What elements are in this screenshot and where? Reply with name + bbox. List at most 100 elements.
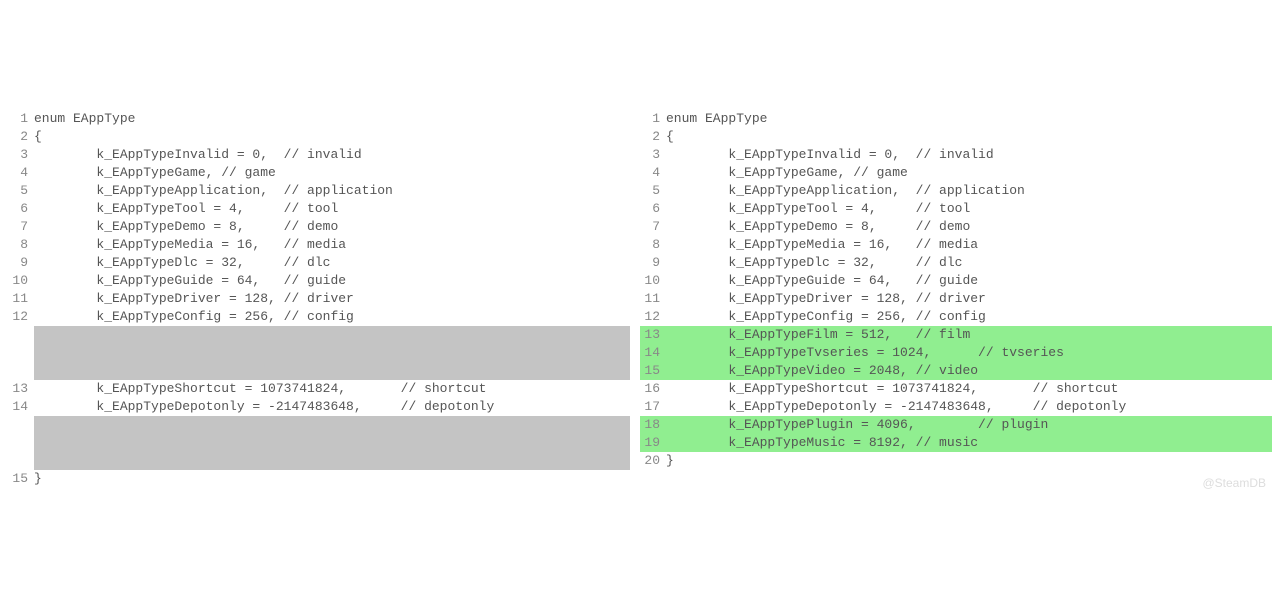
line-number: 5 [640, 182, 660, 200]
line-number: 2 [8, 128, 28, 146]
code-text: k_EAppTypeMedia = 16, // media [34, 236, 346, 254]
code-text: k_EAppTypeGame, // game [34, 164, 276, 182]
code-line: 19 k_EAppTypeMusic = 8192, // music [640, 434, 1272, 452]
code-text: k_EAppTypeDriver = 128, // driver [666, 290, 986, 308]
code-line: 11 k_EAppTypeDriver = 128, // driver [640, 290, 1272, 308]
line-number: 15 [640, 362, 660, 380]
code-line: 8 k_EAppTypeMedia = 16, // media [640, 236, 1272, 254]
code-text: k_EAppTypeInvalid = 0, // invalid [34, 146, 362, 164]
code-text: k_EAppTypeDemo = 8, // demo [34, 218, 338, 236]
code-line: 15 k_EAppTypeVideo = 2048, // video [640, 362, 1272, 380]
code-text: enum EAppType [666, 110, 767, 128]
code-text: k_EAppTypeMusic = 8192, // music [666, 434, 978, 452]
code-line: 7 k_EAppTypeDemo = 8, // demo [8, 218, 640, 236]
line-number: 1 [8, 110, 28, 128]
code-text: k_EAppTypeDemo = 8, // demo [666, 218, 970, 236]
code-text: k_EAppTypeFilm = 512, // film [666, 326, 970, 344]
line-number: 20 [640, 452, 660, 470]
line-number: 9 [8, 254, 28, 272]
line-number: 19 [640, 434, 660, 452]
line-number: 12 [640, 308, 660, 326]
line-number: 10 [8, 272, 28, 290]
code-text: k_EAppTypeDlc = 32, // dlc [666, 254, 962, 272]
line-number: 18 [640, 416, 660, 434]
line-number: 3 [8, 146, 28, 164]
code-line: 9 k_EAppTypeDlc = 32, // dlc [8, 254, 640, 272]
line-number: 11 [640, 290, 660, 308]
line-number: 5 [8, 182, 28, 200]
watermark: @SteamDB [1202, 474, 1266, 492]
code-text: } [666, 452, 674, 470]
code-line: 3 k_EAppTypeInvalid = 0, // invalid [8, 146, 640, 164]
code-line: 2{ [640, 128, 1272, 146]
code-text: k_EAppTypeDepotonly = -2147483648, // de… [34, 398, 494, 416]
code-text: k_EAppTypePlugin = 4096, // plugin [666, 416, 1048, 434]
line-number: 7 [640, 218, 660, 236]
code-line: 20} [640, 452, 1272, 470]
code-line: 16 k_EAppTypeShortcut = 1073741824, // s… [640, 380, 1272, 398]
diff-pane-right: 1enum EAppType2{3 k_EAppTypeInvalid = 0,… [640, 110, 1272, 488]
code-line: 6 k_EAppTypeTool = 4, // tool [640, 200, 1272, 218]
code-text: k_EAppTypeApplication, // application [34, 182, 393, 200]
code-text: k_EAppTypeDriver = 128, // driver [34, 290, 354, 308]
code-text: k_EAppTypeMedia = 16, // media [666, 236, 978, 254]
code-line: 15} [8, 470, 640, 488]
code-text: k_EAppTypeTool = 4, // tool [666, 200, 970, 218]
code-line: 6 k_EAppTypeTool = 4, // tool [8, 200, 640, 218]
line-number: 6 [8, 200, 28, 218]
diff-gap-block [34, 326, 630, 380]
code-text: k_EAppTypeVideo = 2048, // video [666, 362, 978, 380]
line-number: 16 [640, 380, 660, 398]
line-number: 14 [640, 344, 660, 362]
line-number: 14 [8, 398, 28, 416]
code-line: 12 k_EAppTypeConfig = 256, // config [640, 308, 1272, 326]
line-number: 3 [640, 146, 660, 164]
code-text: k_EAppTypeShortcut = 1073741824, // shor… [666, 380, 1118, 398]
line-number: 4 [640, 164, 660, 182]
line-number: 2 [640, 128, 660, 146]
code-line: 10 k_EAppTypeGuide = 64, // guide [640, 272, 1272, 290]
code-line: 3 k_EAppTypeInvalid = 0, // invalid [640, 146, 1272, 164]
code-text: k_EAppTypeDepotonly = -2147483648, // de… [666, 398, 1126, 416]
diff-pane-left: 1 enum EAppType 2 {3 k_EAppTypeInvalid = 0,… [8, 110, 640, 488]
code-text: k_EAppTypeGuide = 64, // guide [34, 272, 346, 290]
code-text: k_EAppTypeShortcut = 1073741824, // shor… [34, 380, 486, 398]
line-number: 15 [8, 470, 28, 488]
code-line: 10 k_EAppTypeGuide = 64, // guide [8, 272, 640, 290]
code-text: k_EAppTypeGuide = 64, // guide [666, 272, 978, 290]
line-number: 13 [640, 326, 660, 344]
code-line: 4 k_EAppTypeGame, // game [8, 164, 640, 182]
code-line: 18 k_EAppTypePlugin = 4096, // plugin [640, 416, 1272, 434]
code-line: 13 k_EAppTypeShortcut = 1073741824, // s… [8, 380, 640, 398]
code-line: 14 k_EAppTypeDepotonly = -2147483648, //… [8, 398, 640, 416]
code-text: { [34, 128, 42, 146]
line-number: 12 [8, 308, 28, 326]
code-line: 13 k_EAppTypeFilm = 512, // film [640, 326, 1272, 344]
code-text: k_EAppTypeApplication, // application [666, 182, 1025, 200]
line-number: 11 [8, 290, 28, 308]
code-line: 5 k_EAppTypeApplication, // application [640, 182, 1272, 200]
code-text: k_EAppTypeConfig = 256, // config [34, 308, 354, 326]
line-number: 1 [640, 110, 660, 128]
code-line: 4 k_EAppTypeGame, // game [640, 164, 1272, 182]
code-text: k_EAppTypeDlc = 32, // dlc [34, 254, 330, 272]
line-number: 7 [8, 218, 28, 236]
code-text: enum EAppType [34, 110, 135, 128]
line-number: 8 [8, 236, 28, 254]
line-number: 9 [640, 254, 660, 272]
code-line: 7 k_EAppTypeDemo = 8, // demo [640, 218, 1272, 236]
code-text: k_EAppTypeTvseries = 1024, // tvseries [666, 344, 1064, 362]
diff-container: 1enum EAppType2{3 k_EAppTypeInvalid = 0,… [0, 0, 1280, 488]
code-text: k_EAppTypeConfig = 256, // config [666, 308, 986, 326]
code-line: 9 k_EAppTypeDlc = 32, // dlc [640, 254, 1272, 272]
line-number: 10 [640, 272, 660, 290]
code-line: 5 k_EAppTypeApplication, // application [8, 182, 640, 200]
line-number: 13 [8, 380, 28, 398]
code-text: { [666, 128, 674, 146]
code-line: 14 k_EAppTypeTvseries = 1024, // tvserie… [640, 344, 1272, 362]
code-line: 17 k_EAppTypeDepotonly = -2147483648, //… [640, 398, 1272, 416]
code-text: k_EAppTypeInvalid = 0, // invalid [666, 146, 994, 164]
line-number: 17 [640, 398, 660, 416]
code-line: 1 enum EAppType [640, 110, 1272, 128]
diff-gap-block [34, 416, 630, 470]
